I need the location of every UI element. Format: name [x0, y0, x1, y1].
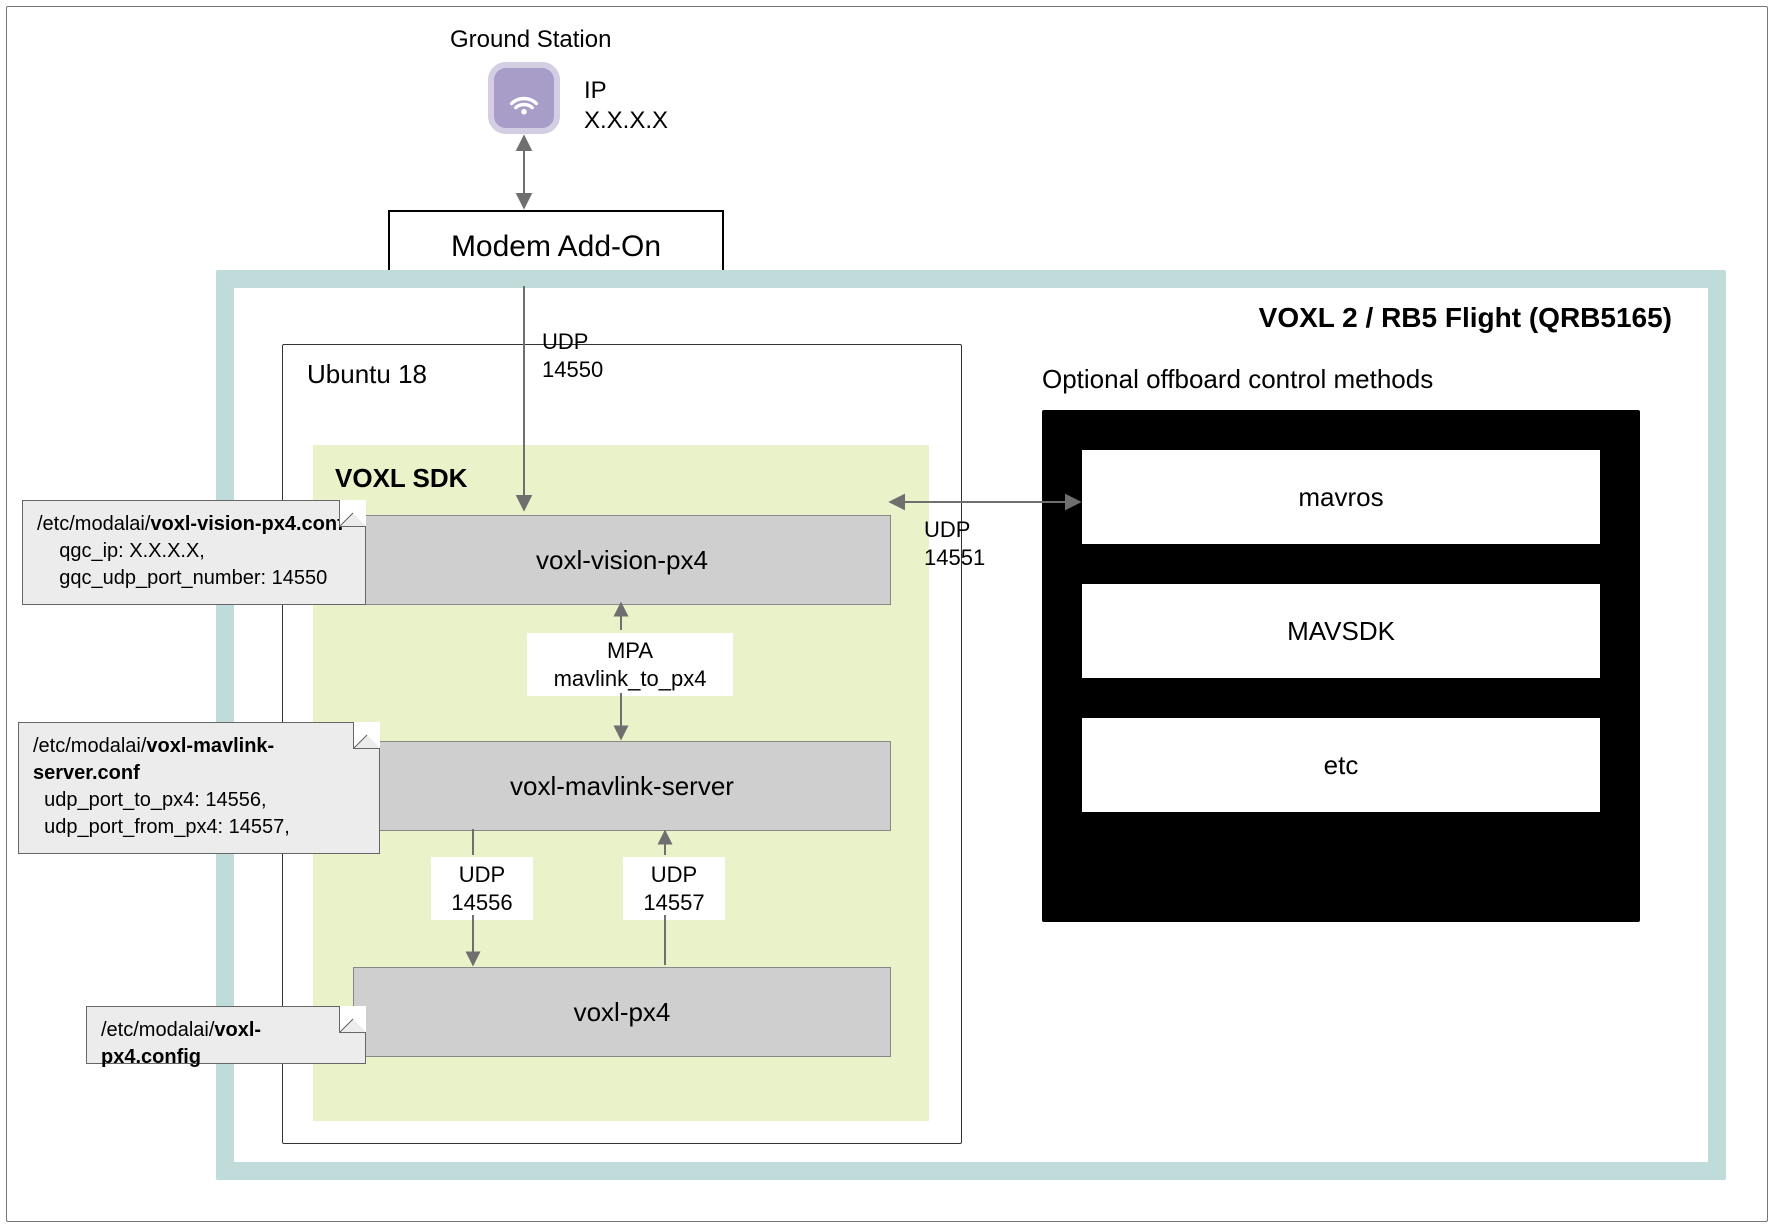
diagram-canvas: Ground Station IP X.X.X.X Modem Add-On V… [0, 0, 1776, 1230]
edge-label-mpa: MPA mavlink_to_px4 [527, 633, 733, 696]
edge-label-udp-14556: UDP 14556 [431, 857, 533, 920]
node-label: voxl-px4 [574, 997, 671, 1028]
node-voxl-vision-px4: voxl-vision-px4 [353, 515, 891, 605]
note-voxl-vision-px4-conf: /etc/modalai/voxl-vision-px4.conf qgc_ip… [22, 500, 366, 605]
ubuntu-container: Ubuntu 18 VOXL SDK voxl-vision-px4 MPA m… [282, 344, 962, 1144]
edge-label-line: UDP [542, 329, 588, 354]
offboard-item-label: mavros [1298, 482, 1383, 513]
edge-label-line: mavlink_to_px4 [554, 666, 707, 691]
offboard-item-label: etc [1324, 750, 1359, 781]
offboard-item-mavros: mavros [1082, 450, 1600, 544]
ubuntu-label: Ubuntu 18 [307, 359, 427, 390]
dog-ear-icon [353, 722, 380, 749]
note-voxl-px4-config: /etc/modalai/voxl-px4.config [86, 1006, 366, 1064]
note-body: udp_port_to_px4: 14556, udp_port_from_px… [33, 787, 365, 841]
edge-label-line: UDP [651, 862, 697, 887]
voxl-sdk-label: VOXL SDK [335, 463, 467, 494]
node-voxl-mavlink-server: voxl-mavlink-server [353, 741, 891, 831]
offboard-item-label: MAVSDK [1287, 616, 1395, 647]
board-title: VOXL 2 / RB5 Flight (QRB5165) [1259, 302, 1672, 334]
edge-label-line: 14557 [643, 890, 704, 915]
voxl-sdk-container: VOXL SDK voxl-vision-px4 MPA mavlink_to_… [313, 445, 929, 1121]
edge-label-line: 14550 [542, 357, 603, 382]
edge-label-line: 14556 [451, 890, 512, 915]
edge-label-udp-14557: UDP 14557 [623, 857, 725, 920]
edge-label-line: UDP [459, 862, 505, 887]
offboard-title: Optional offboard control methods [1042, 364, 1433, 395]
modem-label: Modem Add-On [451, 230, 661, 264]
edge-label-line: 14551 [924, 545, 985, 570]
offboard-item-etc: etc [1082, 718, 1600, 812]
node-label: voxl-mavlink-server [510, 771, 734, 802]
offboard-panel: mavros MAVSDK etc [1042, 410, 1640, 922]
ground-station-label: Ground Station [450, 26, 611, 54]
node-label: voxl-vision-px4 [536, 545, 708, 576]
edge-label-line: UDP [924, 517, 970, 542]
node-voxl-px4: voxl-px4 [353, 967, 891, 1057]
note-body: qgc_ip: X.X.X.X, gqc_udp_port_number: 14… [37, 538, 351, 592]
edge-label-udp-14550: UDP 14550 [542, 328, 603, 383]
board-container: VOXL 2 / RB5 Flight (QRB5165) Ubuntu 18 … [216, 270, 1726, 1180]
offboard-item-mavsdk: MAVSDK [1082, 584, 1600, 678]
edge-label-udp-14551: UDP 14551 [924, 516, 985, 571]
note-path-prefix: /etc/modalai/ [37, 513, 150, 535]
ground-station-ip-text: IP X.X.X.X [584, 76, 668, 136]
note-voxl-mavlink-server-conf: /etc/modalai/voxl-mavlink-server.conf ud… [18, 722, 380, 854]
edge-label-line: MPA [607, 638, 653, 663]
dog-ear-icon [339, 500, 366, 527]
qgroundcontrol-wifi-icon [488, 62, 560, 134]
note-path-prefix: /etc/modalai/ [33, 735, 146, 757]
dog-ear-icon [339, 1006, 366, 1033]
note-file: voxl-vision-px4.conf [150, 513, 343, 535]
note-path-prefix: /etc/modalai/ [101, 1019, 214, 1041]
